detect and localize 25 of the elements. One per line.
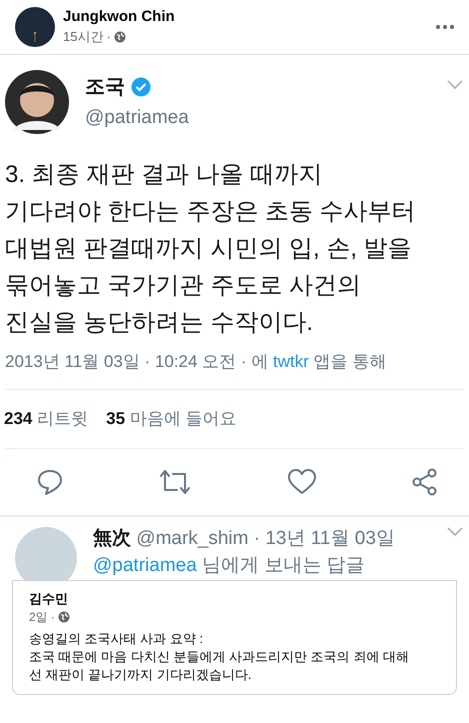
shared-post-time[interactable]: 2일 [29,608,48,626]
globe-icon [114,31,126,43]
shared-post-card[interactable]: 김수민 2일 · 송영길의 조국사태 사과 요약 : 조국 때문에 마음 다치신 분들에게 사과드리지만 조국의 죄에 대해 선 재판이 끝나기까지 기다리겠습니다. [12,580,457,695]
share-icon[interactable] [410,468,439,496]
avatar [15,526,77,580]
shared-post-text: 송영길의 조국사태 사과 요약 : 조국 때문에 마음 다치신 분들에게 사과드리지만 조국의 죄에 대해 선 재판이 끝나기까지 기다리겠습니다. [29,630,410,684]
author-name[interactable]: Jungkwon Chin [63,7,436,28]
avatar [5,70,69,134]
tweet-stat[interactable]: 234 리트윗 [4,406,88,432]
more-options-icon[interactable] [436,25,454,29]
post-time[interactable]: 15시간 [63,27,104,47]
globe-icon [58,611,70,623]
tweet-handle: @patriamea [85,106,190,130]
tweet-stat[interactable]: 35 마음에 들어요 [106,406,236,432]
retweet-icon[interactable] [158,468,192,496]
tweet-text: 3. 최종 재판 결과 나올 때까지 기다려야 한다는 주장은 초동 수사부터 대법원 판결때까지 시민의 입, 손, 발을 묶어놓고 국가기관 주도로 사건의 진실을 농단하려는 수작이다. [4,160,417,338]
speech-bubble-icon[interactable] [36,468,64,496]
tweet-author-name: 조국 [85,75,125,100]
separator-dot: · [50,609,55,626]
reply-header: 無次 @mark_shim · 13년 11월 03일 [93,526,396,550]
tweet-timestamp: 2013년 11월 03일 · 10:24 오전 · 에 twtkr 앱을 통해 [4,351,388,373]
reply-to-label: @patriamea 님에게 보내는 답글 [93,554,366,578]
separator-dot: · [106,28,111,46]
heart-icon[interactable] [286,468,317,496]
shared-author-name[interactable]: 김수민 [29,588,440,608]
